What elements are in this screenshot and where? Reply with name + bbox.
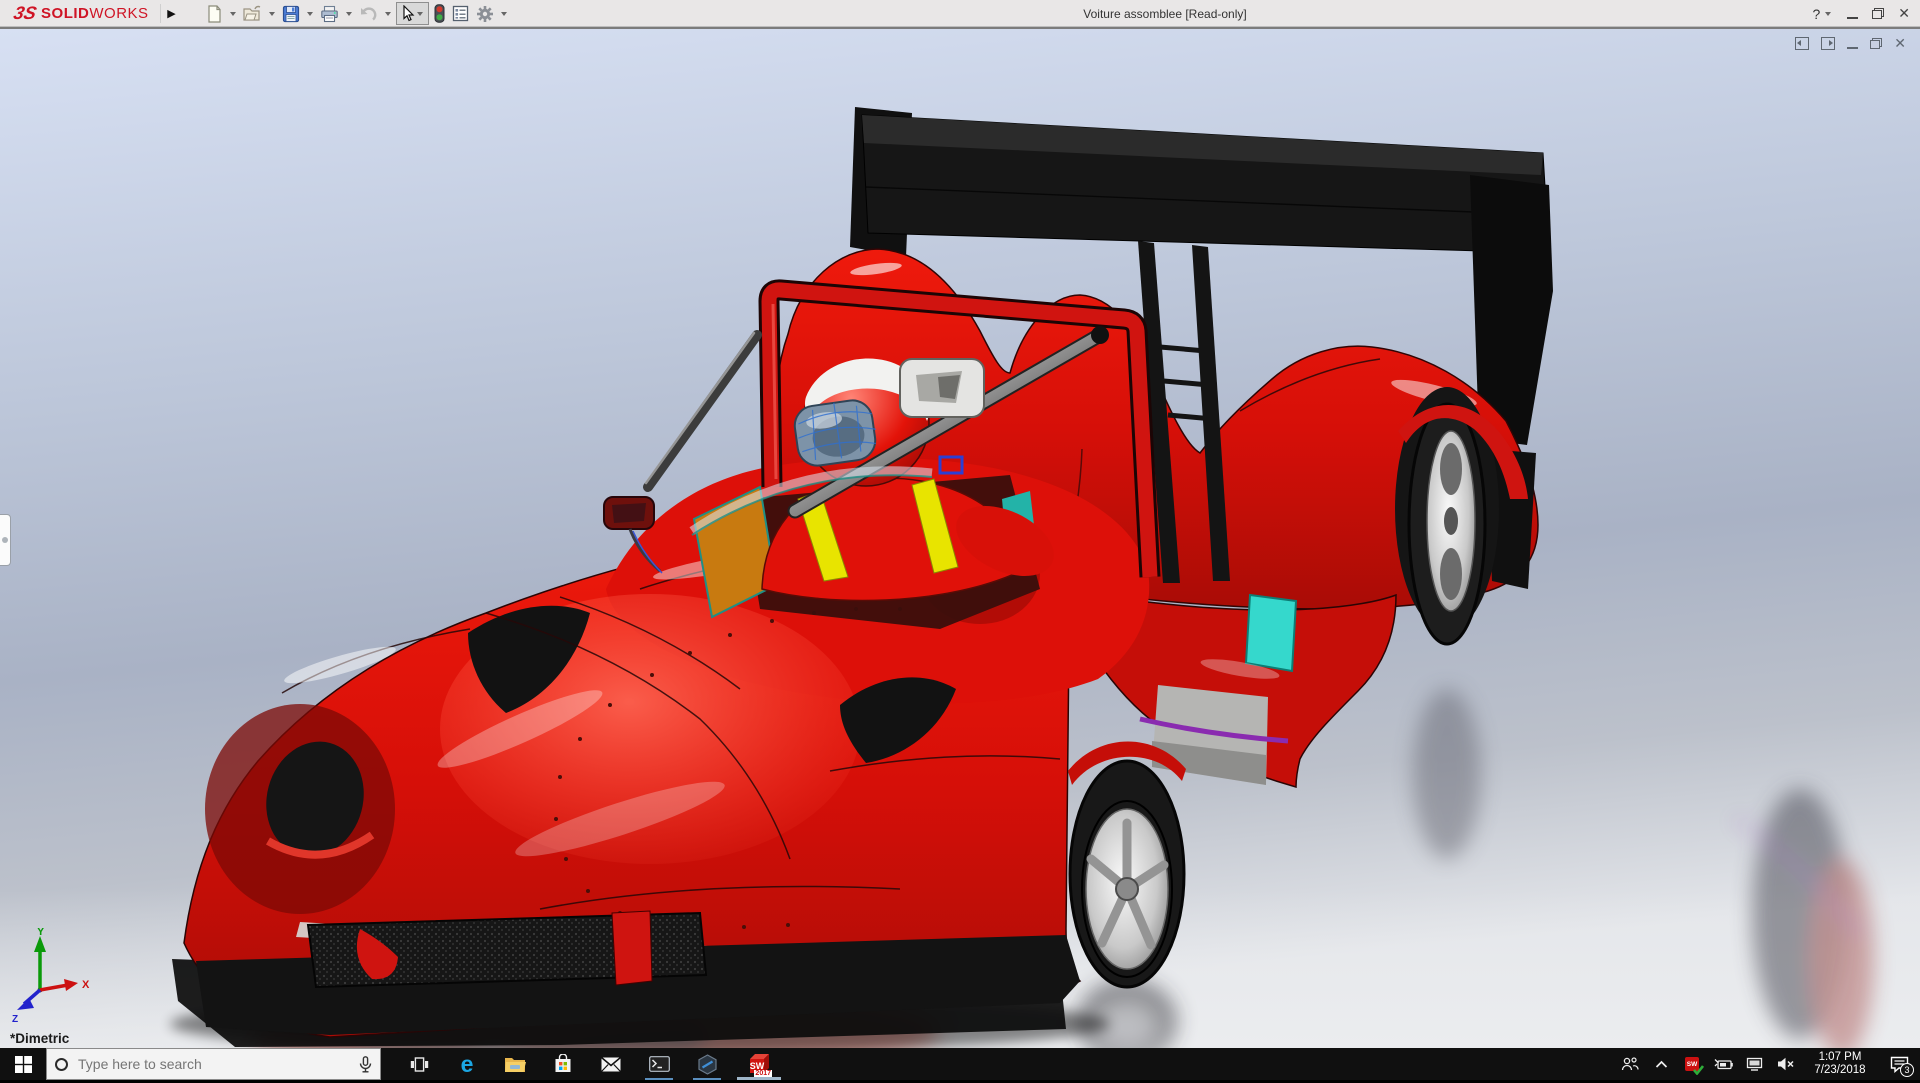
solidworks-tray-icon[interactable]: SW	[1681, 1048, 1703, 1080]
undo-dropdown[interactable]	[385, 12, 391, 16]
store-icon	[553, 1054, 573, 1074]
edge-icon: e	[461, 1053, 474, 1076]
network-icon[interactable]	[1743, 1048, 1765, 1080]
windows-taskbar: e	[0, 1048, 1920, 1080]
y-axis-arrow	[34, 936, 46, 952]
print-dropdown[interactable]	[346, 12, 352, 16]
taskbar-app-store[interactable]	[539, 1048, 587, 1080]
power-battery-icon[interactable]	[1712, 1048, 1734, 1080]
solidworks-logo: 3S SOLIDWORKS	[14, 0, 149, 27]
arrow-left-icon	[1797, 40, 1801, 46]
doc-restore-button[interactable]	[1870, 38, 1882, 49]
cyan-panel	[1246, 595, 1296, 671]
solidworks-2017-icon: SW 2017	[746, 1051, 772, 1078]
hexagon-app-icon	[697, 1054, 718, 1075]
new-document-icon	[206, 5, 223, 23]
microphone-icon[interactable]	[359, 1056, 372, 1073]
task-view-button[interactable]	[395, 1048, 443, 1080]
undo-button[interactable]	[357, 3, 380, 25]
people-icon[interactable]	[1619, 1048, 1641, 1080]
close-button[interactable]: ✕	[1898, 5, 1910, 22]
options-dropdown[interactable]	[501, 12, 507, 16]
graphics-area[interactable]: ✕ Y X Z *Dimetric	[0, 27, 1920, 1048]
select-tool-button[interactable]	[396, 2, 429, 25]
taskbar-app-terminal[interactable]	[635, 1048, 683, 1080]
task-view-icon	[410, 1056, 429, 1073]
doc-close-button[interactable]: ✕	[1894, 37, 1906, 50]
help-button[interactable]: ?	[1812, 6, 1833, 22]
action-center-button[interactable]: 3	[1884, 1048, 1914, 1080]
select-cursor-icon	[400, 5, 415, 22]
notification-badge: 3	[1900, 1063, 1914, 1077]
gear-icon	[476, 5, 494, 23]
search-input[interactable]	[76, 1055, 351, 1073]
system-tray: SW 1:07	[1619, 1048, 1920, 1080]
taskbar-app-mail[interactable]	[587, 1048, 635, 1080]
splitter-grip-icon	[2, 537, 8, 543]
pane-expand-button[interactable]	[1821, 37, 1835, 50]
window-controls: ? ✕	[1812, 0, 1910, 27]
menu-flyout-arrow-icon[interactable]: ▶	[160, 4, 176, 23]
center-mirror	[900, 359, 984, 417]
save-dropdown[interactable]	[307, 12, 313, 16]
y-axis-label: Y	[37, 928, 45, 938]
title-bar: 3S SOLIDWORKS ▶	[0, 0, 1920, 27]
z-axis-label: Z	[12, 1014, 18, 1024]
model-render[interactable]	[0, 29, 1920, 1048]
print-icon	[320, 5, 339, 23]
check-icon	[1693, 1065, 1704, 1075]
save-floppy-icon	[282, 5, 300, 23]
date: 7/23/2018	[1805, 1064, 1875, 1077]
new-dropdown[interactable]	[230, 12, 236, 16]
brand-bold: SOLID	[41, 5, 89, 22]
document-window-controls: ✕	[1795, 37, 1906, 50]
undo-arrow-icon	[359, 6, 378, 22]
options-button[interactable]	[474, 3, 496, 25]
orientation-triad[interactable]: Y X Z	[10, 928, 94, 1024]
x-axis-arrow	[64, 979, 78, 991]
taskbar-search[interactable]	[46, 1048, 381, 1080]
minimize-button[interactable]	[1847, 17, 1858, 19]
time: 1:07 PM	[1805, 1051, 1875, 1064]
open-dropdown[interactable]	[269, 12, 275, 16]
windows-logo-icon	[15, 1056, 32, 1073]
file-explorer-icon	[504, 1056, 526, 1073]
document-title: Voiture assomblee [Read-only]	[1000, 0, 1330, 27]
start-button[interactable]	[0, 1048, 46, 1080]
print-button[interactable]	[318, 3, 341, 25]
mail-icon	[601, 1057, 621, 1072]
restore-button[interactable]	[1872, 8, 1884, 19]
taskbar-app-file-explorer[interactable]	[491, 1048, 539, 1080]
ds-mark: 3S	[11, 3, 38, 24]
save-button[interactable]	[280, 3, 302, 25]
visor	[792, 398, 880, 469]
open-button[interactable]	[241, 3, 264, 25]
volume-muted-icon[interactable]	[1774, 1048, 1796, 1080]
open-folder-icon	[243, 5, 262, 22]
doc-minimize-button[interactable]	[1847, 47, 1858, 49]
rebuild-traffic-light-icon	[434, 4, 445, 23]
file-properties-button[interactable]	[450, 3, 471, 25]
taskbar-app-solidworks[interactable]: SW 2017	[731, 1048, 787, 1080]
taskbar-app-edge[interactable]: e	[443, 1048, 491, 1080]
x-axis-label: X	[82, 979, 90, 991]
arrow-right-icon	[1829, 40, 1833, 46]
file-properties-icon	[452, 5, 469, 22]
new-document-button[interactable]	[204, 3, 225, 25]
view-orientation-label: *Dimetric	[10, 1031, 69, 1046]
quick-access-toolbar	[204, 0, 509, 27]
feature-manager-splitter-tab[interactable]	[0, 514, 11, 566]
brand-light: WORKS	[89, 5, 148, 22]
select-dropdown[interactable]	[417, 12, 423, 16]
tray-clock[interactable]: 1:07 PM 7/23/2018	[1805, 1051, 1875, 1077]
cortana-icon	[55, 1058, 68, 1071]
rebuild-button[interactable]	[432, 3, 447, 25]
command-prompt-icon	[649, 1056, 670, 1072]
help-dropdown[interactable]	[1825, 12, 1831, 16]
tray-chevron-up-icon[interactable]	[1650, 1048, 1672, 1080]
taskbar-app-hexagon[interactable]	[683, 1048, 731, 1080]
grille-post	[612, 911, 652, 985]
pane-collapse-button[interactable]	[1795, 37, 1809, 50]
